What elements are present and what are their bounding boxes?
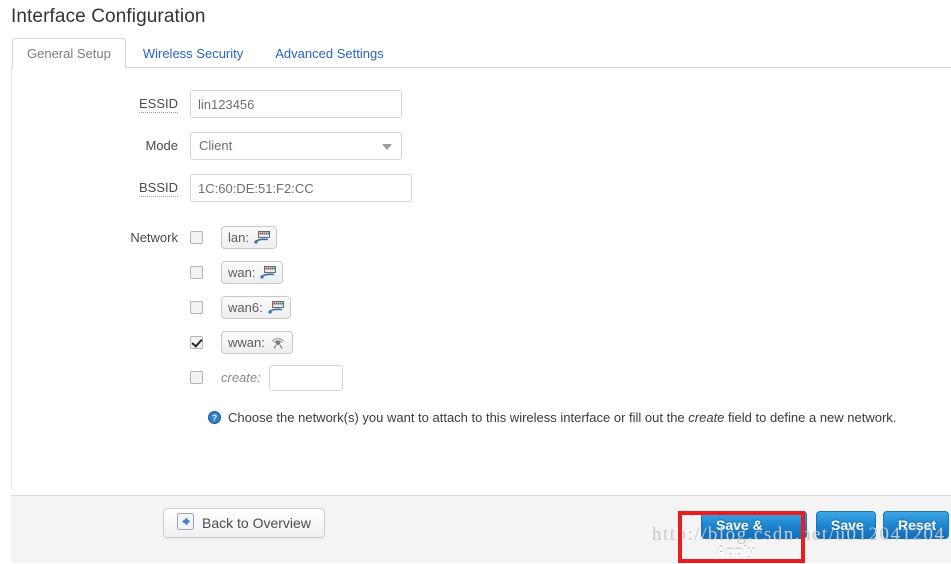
essid-input[interactable]	[190, 90, 402, 118]
network-zone-checkbox-wwan[interactable]	[190, 336, 203, 349]
help-text-create-emphasis: create	[688, 410, 725, 425]
ethernet-icon	[268, 301, 284, 314]
network-zone-row: wan:	[190, 261, 343, 284]
network-help-text: Choose the network(s) you want to attach…	[228, 409, 896, 426]
network-help-row: ? Choose the network(s) you want to atta…	[12, 409, 951, 426]
network-zone-checkbox-wan6[interactable]	[190, 301, 203, 314]
mode-label: Mode	[12, 132, 190, 160]
save-button[interactable]: Save	[816, 511, 876, 539]
essid-control	[190, 90, 402, 118]
mode-label-text: Mode	[145, 138, 178, 153]
tab-advanced-settings[interactable]: Advanced Settings	[260, 38, 398, 68]
network-label-text: Network	[130, 230, 178, 245]
create-label: create:	[221, 370, 261, 385]
ethernet-icon	[260, 266, 277, 279]
svg-text:?: ?	[212, 413, 218, 423]
tab-wireless-security[interactable]: Wireless Security	[128, 38, 258, 68]
tab-advanced-settings-label: Advanced Settings	[275, 46, 384, 61]
bssid-control	[190, 174, 412, 202]
tab-bar: General Setup Wireless Security Advanced…	[11, 37, 951, 69]
network-zone-badge-wan6[interactable]: wan6:	[221, 296, 291, 319]
network-control: lan: wan: wan6: wwan: create:	[190, 226, 343, 391]
bssid-input[interactable]	[190, 174, 412, 202]
field-row-network: Network lan: wan: wan6: wwan: create:	[12, 226, 951, 391]
network-zone-name-lan: lan:	[228, 230, 249, 245]
network-zone-checkbox-lan[interactable]	[190, 231, 203, 244]
form-footer: Back to Overview Save & Apply Save Reset	[11, 495, 951, 563]
bssid-label: BSSID	[12, 174, 190, 202]
network-zone-row: lan:	[190, 226, 343, 249]
interface-configuration-form: ESSID Mode Client BSSID Network	[11, 68, 951, 490]
help-text-after: field to define a new network.	[724, 410, 897, 425]
wireless-antenna-icon	[270, 336, 286, 349]
network-zone-name-wan6: wan6:	[228, 300, 263, 315]
mode-control: Client	[190, 132, 402, 160]
network-zone-row: wan6:	[190, 296, 343, 319]
network-zone-badge-wwan[interactable]: wwan:	[221, 331, 293, 354]
essid-label-text: ESSID	[138, 96, 178, 113]
network-zone-badge-wan[interactable]: wan:	[221, 261, 284, 284]
network-zone-row-create: create:	[190, 364, 343, 391]
field-row-bssid: BSSID	[12, 174, 951, 202]
reset-label: Reset	[898, 517, 937, 533]
tab-wireless-security-label: Wireless Security	[142, 46, 244, 61]
network-zone-name-wwan: wwan:	[228, 335, 265, 350]
back-to-overview-button[interactable]: Back to Overview	[163, 508, 325, 538]
back-to-overview-label: Back to Overview	[202, 515, 311, 531]
network-zone-list: lan: wan: wan6: wwan: create:	[190, 226, 343, 391]
essid-label: ESSID	[12, 90, 190, 118]
network-zone-checkbox-wan[interactable]	[190, 266, 203, 279]
network-zone-row: wwan:	[190, 331, 343, 354]
save-and-apply-button[interactable]: Save & Apply	[701, 511, 807, 559]
save-label: Save	[831, 517, 864, 533]
back-arrow-icon	[177, 513, 194, 533]
tab-general-setup[interactable]: General Setup	[12, 38, 126, 69]
help-text-before: Choose the network(s) you want to attach…	[228, 410, 689, 425]
mode-select-value: Client	[199, 138, 233, 153]
reset-button[interactable]: Reset	[883, 511, 949, 539]
field-row-mode: Mode Client	[12, 132, 951, 160]
tab-general-setup-label: General Setup	[27, 46, 111, 61]
ethernet-icon	[254, 231, 270, 244]
network-zone-name-wan: wan:	[228, 265, 256, 280]
bssid-label-text: BSSID	[138, 180, 178, 197]
network-zone-badge-lan[interactable]: lan:	[221, 226, 277, 249]
save-and-apply-label: Save & Apply	[716, 517, 763, 559]
chevron-down-icon	[382, 144, 392, 150]
create-network-input[interactable]	[268, 364, 343, 391]
mode-select[interactable]: Client	[190, 132, 402, 160]
network-zone-checkbox-create[interactable]	[190, 371, 203, 384]
help-question-icon: ?	[208, 411, 221, 427]
page-title: Interface Configuration	[11, 6, 206, 27]
field-row-essid: ESSID	[12, 90, 951, 118]
network-label: Network	[12, 226, 190, 248]
